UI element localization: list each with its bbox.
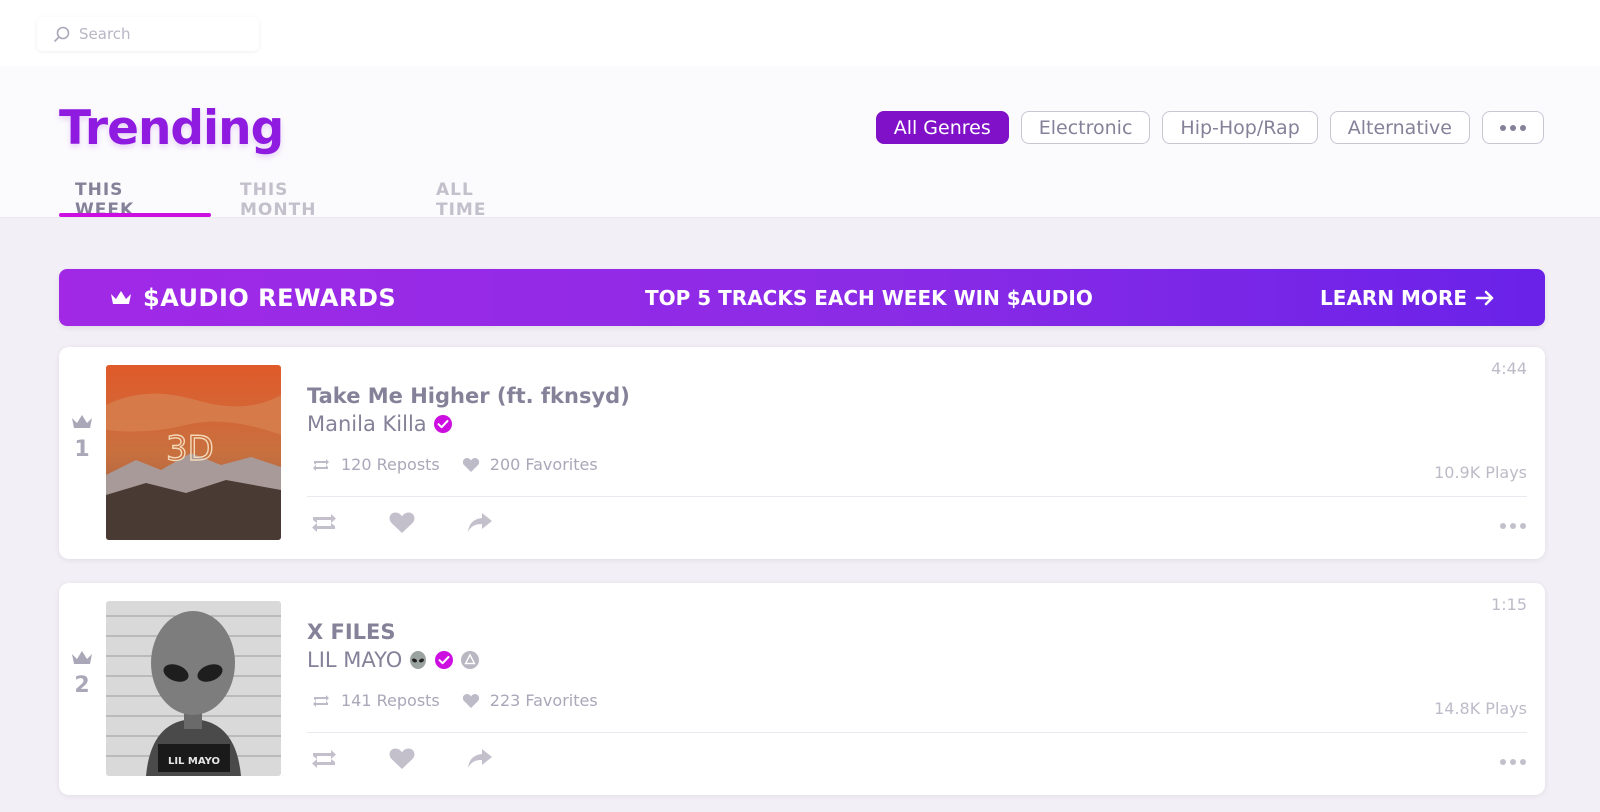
divider: [307, 732, 1527, 733]
track-stats: 141 Reposts 223 Favorites: [311, 691, 620, 710]
repost-icon: [313, 694, 329, 707]
heart-icon: [462, 457, 479, 472]
track-overflow-button[interactable]: [1499, 751, 1527, 770]
rewards-heading: $AUDIO REWARDS: [109, 284, 396, 312]
repost-button[interactable]: [307, 509, 341, 537]
repost-icon: [313, 458, 329, 471]
artist-row: LIL MAYO: [307, 648, 480, 672]
track-row[interactable]: 2 LIL MAYO X FILES LIL MAYO 141 Reposts …: [59, 583, 1545, 795]
track-title[interactable]: X FILES: [307, 620, 396, 644]
page-title: Trending: [59, 101, 284, 156]
divider: [307, 496, 1527, 497]
track-actions: [307, 509, 497, 537]
favorite-count[interactable]: 200 Favorites: [462, 455, 598, 474]
artist-name[interactable]: LIL MAYO: [307, 648, 402, 672]
genre-more-button[interactable]: [1482, 111, 1544, 144]
track-duration: 4:44: [1491, 359, 1527, 378]
more-icon: [1500, 523, 1526, 529]
genre-pill-hiphop[interactable]: Hip-Hop/Rap: [1162, 111, 1318, 144]
active-tab-indicator: [59, 213, 211, 217]
more-icon: [1500, 124, 1526, 131]
crown-icon: [111, 290, 131, 304]
crown-icon: [72, 415, 92, 428]
tier-badge-icon: [461, 651, 480, 669]
repost-count-label: 120 Reposts: [341, 455, 440, 474]
genre-pill-electronic[interactable]: Electronic: [1020, 111, 1151, 144]
artwork-text: LIL MAYO: [168, 756, 220, 767]
repost-count-label: 141 Reposts: [341, 691, 440, 710]
favorite-count-label: 200 Favorites: [489, 455, 598, 474]
audio-rewards-banner[interactable]: $AUDIO REWARDS TOP 5 TRACKS EACH WEEK WI…: [59, 269, 1545, 326]
track-overflow-button[interactable]: [1499, 515, 1527, 534]
rewards-message: TOP 5 TRACKS EACH WEEK WIN $AUDIO: [645, 285, 1093, 310]
share-icon: [468, 749, 492, 768]
genre-pill-alternative[interactable]: Alternative: [1329, 111, 1470, 144]
repost-button[interactable]: [307, 745, 341, 773]
artist-name[interactable]: Manila Killa: [307, 412, 427, 436]
heart-icon: [462, 693, 479, 708]
track-artwork[interactable]: LIL MAYO: [106, 601, 281, 776]
artist-row: Manila Killa: [307, 412, 453, 436]
play-count: 10.9K Plays: [1434, 463, 1527, 482]
favorite-count[interactable]: 223 Favorites: [462, 691, 598, 710]
page-header: Trending All Genres Electronic Hip-Hop/R…: [0, 66, 1600, 220]
track-stats: 120 Reposts 200 Favorites: [311, 455, 620, 474]
repost-count[interactable]: 141 Reposts: [311, 691, 440, 710]
track-artwork[interactable]: 3D: [106, 365, 281, 540]
repost-icon: [312, 514, 336, 532]
artwork-text: 3D: [166, 429, 214, 469]
track-duration: 1:15: [1491, 595, 1527, 614]
learn-more-link[interactable]: LEARN MORE: [1320, 286, 1495, 310]
genre-pill-all[interactable]: All Genres: [875, 111, 1009, 144]
repost-icon: [312, 750, 336, 768]
play-count: 14.8K Plays: [1434, 699, 1527, 718]
track-row[interactable]: 1 3D Take Me Higher (ft. fknsyd) Manila …: [59, 347, 1545, 559]
favorite-button[interactable]: [385, 509, 419, 537]
search-box[interactable]: [37, 17, 259, 51]
alien-emoji-icon: [410, 651, 427, 669]
share-button[interactable]: [463, 745, 497, 773]
verified-badge-icon: [435, 651, 454, 669]
arrow-right-icon: [1475, 290, 1494, 305]
top-bar: [0, 0, 1600, 66]
repost-count[interactable]: 120 Reposts: [311, 455, 440, 474]
heart-icon: [389, 748, 415, 769]
rewards-title: $AUDIO REWARDS: [143, 283, 397, 312]
share-icon: [468, 513, 492, 532]
share-button[interactable]: [463, 509, 497, 537]
track-title[interactable]: Take Me Higher (ft. fknsyd): [307, 384, 630, 408]
track-rank: 1: [74, 437, 90, 462]
tab-all-time[interactable]: ALL TIME: [436, 180, 486, 220]
search-input[interactable]: [79, 25, 249, 43]
track-actions: [307, 745, 497, 773]
crown-icon: [72, 651, 92, 664]
tab-this-month[interactable]: THIS MONTH: [240, 180, 316, 220]
learn-more-label: LEARN MORE: [1320, 285, 1467, 310]
favorite-button[interactable]: [385, 745, 419, 773]
search-icon: [54, 26, 70, 42]
more-icon: [1500, 759, 1526, 765]
track-rank: 2: [74, 673, 90, 698]
genre-filter: All Genres Electronic Hip-Hop/Rap Altern…: [875, 111, 1544, 144]
heart-icon: [389, 512, 415, 533]
verified-badge-icon: [433, 415, 452, 433]
favorite-count-label: 223 Favorites: [489, 691, 598, 710]
